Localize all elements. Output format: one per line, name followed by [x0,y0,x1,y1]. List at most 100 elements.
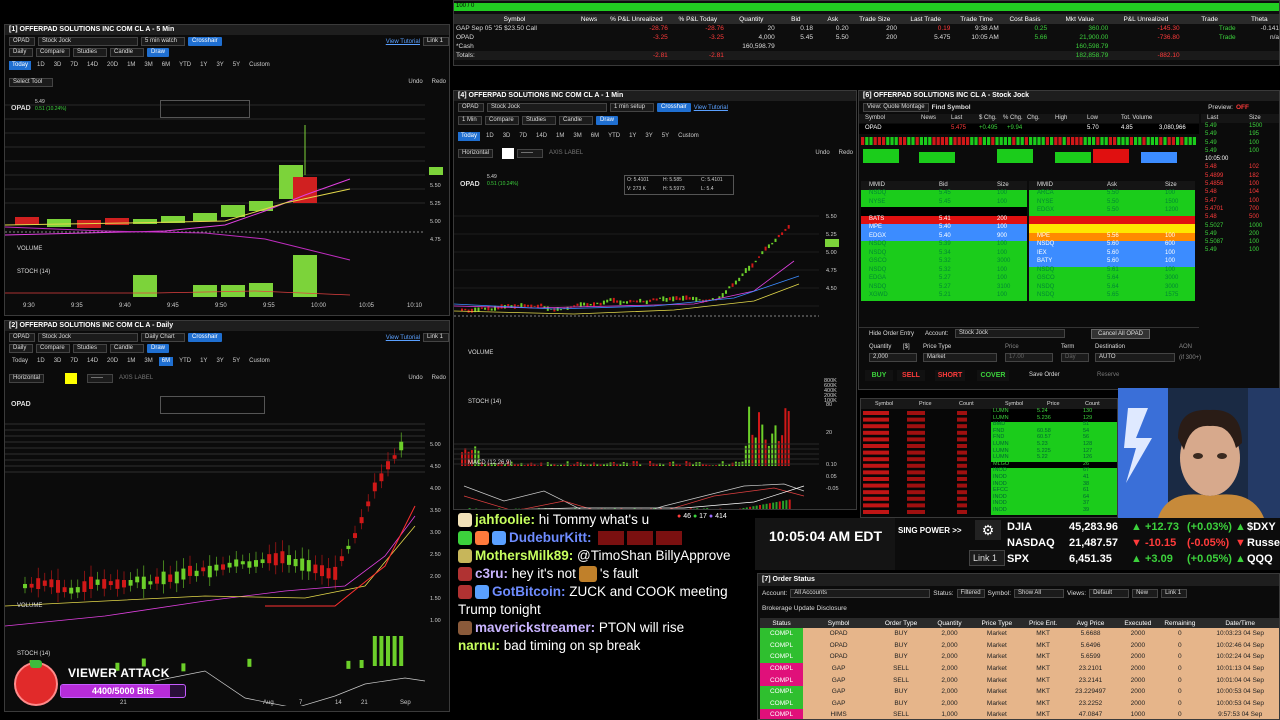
save-order-label[interactable]: Save Order [1029,372,1060,378]
order-row[interactable]: COMPL OPAD BUY 2,000 Market MKT 5.6688 2000 0 10:… [760,628,1279,640]
positions-header[interactable]: Theta [1238,14,1279,24]
bid-row[interactable]: BATS 5.41 200 [861,215,1027,224]
range-1m[interactable]: 1M [124,357,138,366]
cover-button[interactable]: COVER [977,370,1009,381]
new-button[interactable]: New [1132,588,1159,598]
scanner-row[interactable]: LUMN 5.22 126 [991,454,1117,462]
toolbar-select-0[interactable]: 1 Min [458,116,482,125]
account-select[interactable]: Stock Jock [38,37,138,46]
crosshair-button[interactable]: Crosshair [188,37,222,46]
bid-row[interactable] [861,207,1027,216]
scanner-row[interactable]: LUMN 5.236 129 [991,415,1117,423]
range-3d[interactable]: 3D [51,61,65,70]
ask-row[interactable]: NSDQ 5.65 1575 [1029,292,1195,301]
range-custom[interactable]: Custom [246,357,273,366]
find-symbol[interactable]: Find Symbol [932,104,971,111]
draw-button[interactable]: Draw [147,48,170,57]
toolbar-select-0[interactable]: Daily [9,344,33,353]
link-select[interactable]: Link 1 [969,550,1005,566]
range-ytd[interactable]: YTD [176,61,194,70]
crosshair-button[interactable]: Crosshair [657,103,691,112]
range-3y[interactable]: 3Y [213,357,226,366]
preview-toggle[interactable]: OFF [1236,104,1249,111]
ask-row[interactable]: EDGX 5.50 1200 [1029,207,1195,216]
crosshair-button[interactable]: Crosshair [188,333,222,342]
reserve-label[interactable]: Reserve [1097,372,1119,378]
positions-header[interactable]: Trade Size [851,14,899,24]
toolbar-select-2[interactable]: Studies [522,116,556,125]
symbol-filter[interactable]: Show All [1014,588,1065,598]
bid-row[interactable]: NSDQ 5.32 100 [861,266,1027,275]
order-account-select[interactable]: Stock Jock [955,329,1065,338]
symbol-select[interactable]: OPAD [9,37,35,46]
index-row[interactable]: NASDAQ 21,487.57 ▼ -10.15 (-0.05%) ▼ Russel [1005,536,1280,552]
price-type-select[interactable]: Market [923,353,997,362]
redo-button[interactable]: Redo [429,78,449,87]
range-7d[interactable]: 7D [67,61,81,70]
positions-header[interactable]: Ask [815,14,851,24]
draw-button[interactable]: Draw [596,116,619,125]
scanner-row[interactable]: INOD 39 [991,507,1117,515]
chat-username[interactable]: c3ru: [475,566,508,581]
chat-username[interactable]: narnu: [458,638,500,653]
bid-row[interactable]: NSDQ 5.39 100 [861,241,1027,250]
cancel-all-button[interactable]: Cancel All OPAD [1091,329,1150,339]
positions-header[interactable]: Trade [1182,14,1238,24]
position-row[interactable]: *Cash 160,598.79 160,598.79 [454,42,1279,51]
bid-row[interactable]: GSCO 5.32 3000 [861,258,1027,267]
scanner-row[interactable]: BMD 51 [991,421,1117,429]
chart-5min-canvas[interactable]: 5.50 5.25 5.00 4.75 9:30 9:35 9:40 9:45 9:50 9:55… [5,95,449,315]
undo-button[interactable]: Undo [405,374,425,383]
range-1m[interactable]: 1M [124,61,138,70]
orders-header[interactable]: Symbol [803,618,874,628]
range-3y[interactable]: 3Y [642,132,655,141]
chart-1min-canvas[interactable]: 5.505.255.004.754.50800K600K400K200K100K… [454,166,856,509]
horizontal-select[interactable]: Horizontal [458,149,494,158]
scanner-row[interactable]: EFCC 61 [991,487,1117,495]
ask-row[interactable]: MPE 5.56 100 [1029,232,1195,241]
range-today[interactable]: Today [9,61,32,70]
scanner-row[interactable]: LUMN 5.225 127 [991,448,1117,456]
orders-header[interactable]: Avg Price [1064,618,1118,628]
bid-row[interactable]: NSDQ 5.45 100 [861,190,1027,199]
orders-header[interactable]: Price Ent. [1023,618,1064,628]
toolbar-select-3[interactable]: Candle [110,344,144,353]
scanner-row[interactable]: LUMN 5.24 130 [991,408,1117,416]
range-7d[interactable]: 7D [67,357,81,366]
positions-header[interactable]: Quantity [726,14,777,24]
term-select[interactable]: Day [1061,353,1089,362]
range-20d[interactable]: 20D [104,61,121,70]
chat-username[interactable]: MothersMilk89: [475,548,573,563]
line-style-select[interactable]: —— [87,374,114,383]
range-today[interactable]: Today [458,132,481,141]
draw-button[interactable]: Draw [147,344,170,353]
range-6m[interactable]: 6M [588,132,602,141]
positions-header[interactable]: News [575,14,603,24]
positions-header[interactable]: Symbol [454,14,575,24]
range-1d[interactable]: 1D [34,61,48,70]
ask-row[interactable]: ARCA 5.50 100 [1029,190,1195,199]
bid-row[interactable]: NSDQ 5.27 3100 [861,283,1027,292]
ask-row[interactable] [1029,215,1195,224]
range-20d[interactable]: 20D [104,357,121,366]
range-custom[interactable]: Custom [675,132,702,141]
range-7d[interactable]: 7D [516,132,530,141]
interval-select[interactable]: 5 min watch [141,37,185,46]
scanner-row[interactable]: MLGO 26 [991,461,1117,469]
account-select[interactable]: Stock Jock [38,333,138,342]
range-1y[interactable]: 1Y [197,357,210,366]
scanner-row[interactable]: FND 60.57 56 [991,434,1117,442]
order-row[interactable]: COMPL GAP SELL 2,000 Market MKT 23.2141 2000 0 10… [760,674,1279,686]
positions-header[interactable]: Cost Basis [1001,14,1049,24]
range-3d[interactable]: 3D [51,357,65,366]
orders-header[interactable]: Status [760,618,803,628]
gear-icon[interactable]: ⚙ [975,520,1001,540]
order-row[interactable]: COMPL OPAD BUY 2,000 Market MKT 5.6496 2000 0 10:… [760,639,1279,652]
scanner-row[interactable]: INOD 41 [991,474,1117,482]
range-1d[interactable]: 1D [483,132,497,141]
account-select[interactable]: Stock Jock [487,103,607,112]
bid-row[interactable]: XGWD 5.21 100 [861,292,1027,301]
toolbar-select-3[interactable]: Candle [110,48,144,57]
range-3y[interactable]: 3Y [213,61,226,70]
price-input[interactable]: 17.00 [1005,353,1053,362]
